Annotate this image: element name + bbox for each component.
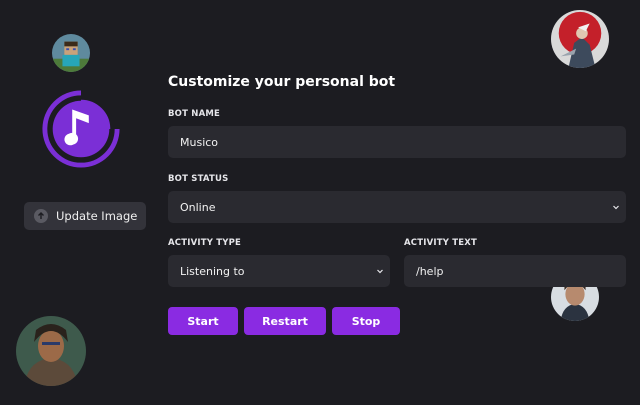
- bot-name-label: BOT NAME: [168, 109, 221, 119]
- stop-button[interactable]: Stop: [332, 307, 400, 335]
- activity-text-label: ACTIVITY TEXT: [404, 238, 477, 248]
- page-title: Customize your personal bot: [168, 74, 396, 90]
- upload-icon: [34, 209, 48, 223]
- bot-status-label: BOT STATUS: [168, 174, 229, 184]
- activity-text-value: /help: [416, 264, 444, 278]
- bot-name-value: Musico: [180, 135, 219, 149]
- chevron-down-icon: [376, 267, 384, 275]
- activity-type-label: ACTIVITY TYPE: [168, 238, 242, 248]
- avatar-bottom-left: [16, 316, 86, 386]
- activity-type-value: Listening to: [180, 264, 245, 278]
- bot-logo: [40, 88, 122, 170]
- music-note-icon: [42, 90, 120, 168]
- start-button[interactable]: Start: [168, 307, 238, 335]
- activity-text-input[interactable]: /help: [404, 255, 626, 287]
- chevron-down-icon: [612, 203, 620, 211]
- bot-status-value: Online: [180, 200, 216, 214]
- bot-name-input[interactable]: Musico: [168, 126, 626, 158]
- activity-type-select[interactable]: Listening to: [168, 255, 390, 287]
- avatar-top-left: [52, 34, 90, 72]
- avatar-top-right: [551, 10, 609, 68]
- update-image-label: Update Image: [56, 209, 138, 223]
- update-image-button[interactable]: Update Image: [24, 202, 146, 230]
- restart-button[interactable]: Restart: [244, 307, 326, 335]
- bot-status-select[interactable]: Online: [168, 191, 626, 223]
